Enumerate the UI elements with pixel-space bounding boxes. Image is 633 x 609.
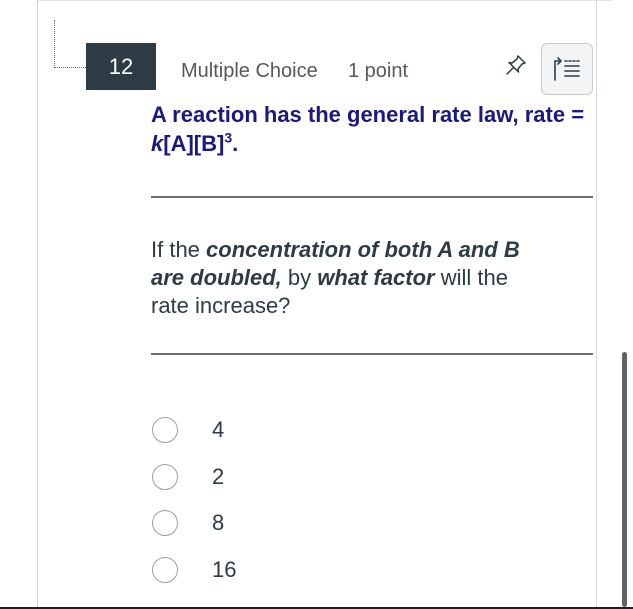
rate-constant: k [151, 131, 164, 156]
card-right-border [596, 0, 597, 609]
question-number-badge: 12 [86, 43, 156, 90]
answer-label: 8 [212, 510, 225, 535]
card-left-border [37, 0, 38, 609]
body-text-2: by [281, 265, 318, 290]
answer-option[interactable]: 4 [152, 415, 224, 445]
radio-button[interactable] [152, 464, 178, 490]
question-points: 1 point [348, 60, 409, 82]
divider-bottom [151, 353, 593, 355]
question-title-suffix: . [232, 131, 239, 156]
question-title-prefix: A reaction has the general rate law, rat… [151, 102, 585, 127]
answer-option[interactable]: 2 [152, 462, 224, 492]
question-type: Multiple Choice [181, 60, 318, 82]
card-top-border [37, 0, 612, 1]
radio-button[interactable] [152, 557, 178, 583]
divider-top [151, 196, 593, 198]
radio-button[interactable] [152, 510, 178, 536]
rate-exponent: 3 [224, 129, 233, 146]
question-body: If the concentration of both A and B are… [151, 236, 551, 320]
answer-label: 4 [212, 417, 225, 442]
question-title-rest: [A][B] [163, 131, 225, 156]
answer-option[interactable]: 8 [152, 508, 224, 538]
question-list-button[interactable] [541, 43, 593, 95]
body-emphasis-2: what factor [317, 265, 435, 290]
answer-option[interactable]: 16 [152, 555, 236, 585]
dotted-connector-vertical [54, 20, 55, 68]
answer-label: 2 [212, 464, 225, 489]
pin-icon[interactable] [503, 52, 529, 78]
question-title: A reaction has the general rate law, rat… [151, 100, 591, 158]
quiz-question-card: 12 Multiple Choice 1 point A reaction ha… [0, 0, 633, 609]
question-list-icon [554, 57, 580, 81]
dotted-connector-horizontal [54, 67, 86, 68]
radio-button[interactable] [152, 417, 178, 443]
scrollbar[interactable] [622, 352, 627, 607]
answer-label: 16 [212, 557, 237, 582]
body-text-1: If the [151, 237, 207, 262]
